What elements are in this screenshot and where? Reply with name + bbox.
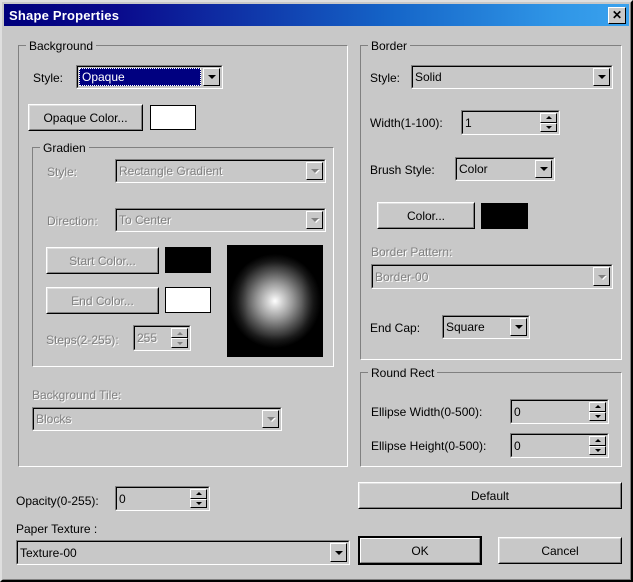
background-style-value: Opaque — [82, 70, 125, 84]
opaque-color-button[interactable]: Opaque Color... — [28, 104, 143, 131]
spinner-up-icon — [171, 328, 188, 338]
chevron-down-icon[interactable] — [593, 68, 610, 86]
chevron-down-icon — [593, 267, 610, 286]
brush-style-value: Color — [459, 162, 488, 176]
shape-properties-dialog: Shape Properties ✕ Background Style: Opa… — [0, 0, 633, 582]
border-color-swatch[interactable] — [481, 203, 528, 229]
window-title: Shape Properties — [9, 8, 119, 23]
title-bar[interactable]: Shape Properties ✕ — [4, 4, 629, 26]
ok-button[interactable]: OK — [358, 536, 482, 565]
gradient-steps-value: 255 — [137, 331, 157, 345]
background-tile-label: Background Tile: — [32, 388, 121, 402]
gradient-direction-combo: To Center — [115, 208, 326, 232]
end-color-button: End Color... — [46, 287, 159, 314]
round-rect-group-label: Round Rect — [368, 366, 437, 380]
spinner-up-icon[interactable] — [589, 402, 606, 412]
ellipse-height-spin-buttons[interactable] — [589, 436, 606, 455]
border-style-label: Style: — [370, 71, 400, 85]
start-color-swatch — [165, 247, 211, 273]
border-width-value[interactable]: 1 — [465, 116, 472, 130]
chevron-down-icon[interactable] — [510, 318, 527, 336]
gradient-style-combo: Rectangle Gradient — [115, 159, 326, 183]
background-tile-combo: Blocks — [32, 407, 282, 431]
opacity-label: Opacity(0-255): — [16, 494, 99, 508]
border-style-value: Solid — [415, 70, 442, 84]
close-icon[interactable]: ✕ — [608, 7, 626, 24]
ellipse-height-spinner[interactable]: 0 — [510, 433, 609, 458]
border-pattern-value: Border-00 — [375, 270, 428, 284]
gradient-style-value: Rectangle Gradient — [119, 164, 222, 178]
width-spin-buttons[interactable] — [540, 113, 557, 132]
ellipse-width-label: Ellipse Width(0-500): — [371, 405, 482, 419]
chevron-down-icon[interactable] — [203, 68, 220, 86]
chevron-down-icon[interactable] — [535, 160, 552, 178]
ellipse-width-value[interactable]: 0 — [514, 405, 521, 419]
background-style-combo[interactable]: Opaque — [76, 65, 223, 89]
chevron-down-icon[interactable] — [330, 543, 347, 562]
opaque-color-swatch[interactable] — [150, 105, 196, 130]
border-style-combo[interactable]: Solid — [411, 65, 613, 89]
background-group-label: Background — [26, 39, 96, 53]
border-pattern-label: Border Pattern: — [371, 245, 452, 259]
border-pattern-combo: Border-00 — [371, 264, 613, 289]
opacity-spin-buttons[interactable] — [190, 489, 207, 508]
spinner-up-icon[interactable] — [540, 113, 557, 123]
paper-texture-value: Texture-00 — [20, 546, 77, 560]
gradient-style-label: Style: — [47, 165, 77, 179]
end-cap-value: Square — [446, 320, 485, 334]
border-width-label: Width(1-100): — [370, 116, 443, 130]
spinner-down-icon[interactable] — [589, 412, 606, 422]
background-tile-value: Blocks — [36, 412, 71, 426]
spinner-up-icon[interactable] — [190, 489, 207, 499]
spinner-down-icon[interactable] — [190, 499, 207, 509]
gradient-direction-value: To Center — [119, 213, 171, 227]
paper-texture-label: Paper Texture : — [16, 522, 97, 536]
steps-spin-buttons — [171, 328, 188, 348]
brush-style-combo[interactable]: Color — [455, 157, 555, 181]
ellipse-height-value[interactable]: 0 — [514, 439, 521, 453]
gradient-steps-label: Steps(2-255): — [46, 333, 119, 347]
cancel-button[interactable]: Cancel — [498, 537, 622, 564]
gradient-preview — [227, 245, 323, 357]
start-color-button: Start Color... — [46, 247, 159, 274]
spinner-down-icon[interactable] — [589, 446, 606, 456]
border-width-spinner[interactable]: 1 — [461, 110, 560, 135]
opacity-value[interactable]: 0 — [119, 492, 126, 506]
gradient-group-label: Gradien — [40, 141, 89, 155]
paper-texture-combo[interactable]: Texture-00 — [16, 540, 350, 565]
ellipse-width-spin-buttons[interactable] — [589, 402, 606, 421]
spinner-down-icon[interactable] — [540, 123, 557, 133]
border-group-label: Border — [368, 39, 410, 53]
ellipse-width-spinner[interactable]: 0 — [510, 399, 609, 424]
gradient-direction-label: Direction: — [47, 214, 98, 228]
spinner-down-icon — [171, 338, 188, 348]
chevron-down-icon — [306, 162, 323, 180]
end-cap-combo[interactable]: Square — [442, 315, 530, 339]
end-color-swatch — [165, 287, 211, 313]
background-style-selection: Opaque — [79, 68, 201, 86]
spinner-up-icon[interactable] — [589, 436, 606, 446]
border-color-button[interactable]: Color... — [377, 202, 475, 229]
opacity-spinner[interactable]: 0 — [115, 486, 210, 511]
gradient-steps-spinner: 255 — [133, 325, 191, 351]
ellipse-height-label: Ellipse Height(0-500): — [371, 439, 486, 453]
chevron-down-icon — [306, 211, 323, 229]
default-button[interactable]: Default — [358, 482, 622, 509]
brush-style-label: Brush Style: — [370, 163, 435, 177]
end-cap-label: End Cap: — [370, 321, 420, 335]
chevron-down-icon — [262, 410, 279, 428]
background-style-label: Style: — [33, 71, 63, 85]
